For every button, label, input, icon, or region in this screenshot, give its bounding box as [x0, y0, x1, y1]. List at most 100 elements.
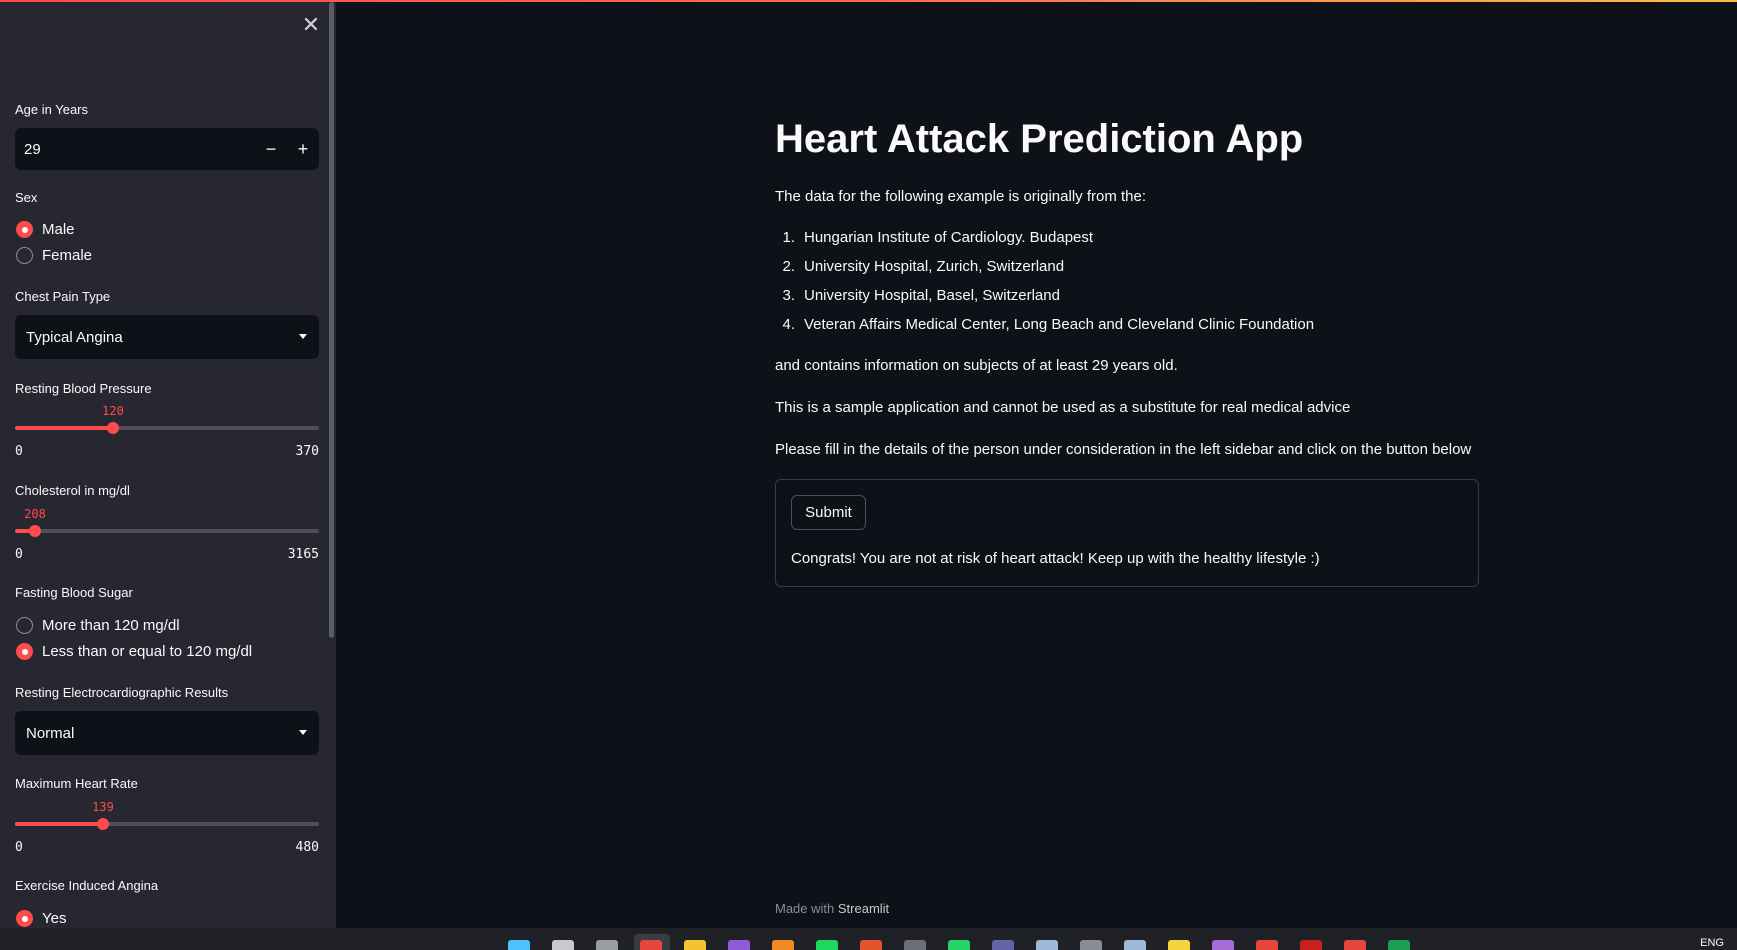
- chevron-down-icon: [299, 730, 307, 735]
- list-item-text: Hungarian Institute of Cardiology. Budap…: [804, 229, 1094, 246]
- cholesterol-label: Cholesterol in mg/dl: [15, 483, 130, 498]
- sex-option-label: Male: [42, 221, 75, 238]
- slider-current-value: 208: [24, 507, 46, 521]
- fasting-sugar-option-label: More than 120 mg/dl: [42, 617, 180, 634]
- windows-start-icon[interactable]: [508, 940, 530, 950]
- close-sidebar-icon[interactable]: ✕: [300, 14, 322, 36]
- file-explorer-icon[interactable]: [684, 940, 706, 950]
- calculator-icon[interactable]: [1124, 940, 1146, 950]
- keyboard-icon[interactable]: [1080, 940, 1102, 950]
- result-message: Congrats! You are not at risk of heart a…: [791, 550, 1320, 567]
- sidebar-scrollbar[interactable]: [329, 2, 334, 638]
- vlc-icon[interactable]: [772, 940, 794, 950]
- excel-icon[interactable]: [1388, 940, 1410, 950]
- chest-pain-label: Chest Pain Type: [15, 289, 111, 304]
- task-view-icon[interactable]: [596, 940, 618, 950]
- top-progress-line: [0, 0, 1737, 2]
- list-item: 1. Hungarian Institute of Cardiology. Bud…: [775, 229, 1093, 246]
- fasting-sugar-option-label: Less than or equal to 120 mg/dl: [42, 643, 253, 660]
- age-value[interactable]: 29: [15, 141, 255, 158]
- cholesterol-slider[interactable]: 208 0 3165: [15, 503, 319, 563]
- age-label: Age in Years: [15, 102, 89, 117]
- age-increment-button[interactable]: +: [287, 139, 319, 160]
- fasting-sugar-label: Fasting Blood Sugar: [15, 585, 133, 600]
- fasting-sugar-radio-more[interactable]: More than 120 mg/dl: [16, 617, 180, 634]
- radio-unselected-icon[interactable]: [16, 617, 33, 634]
- sex-option-label: Female: [42, 247, 93, 264]
- list-item-text: University Hospital, Basel, Switzerland: [804, 287, 1060, 304]
- prediction-form: Submit Congrats! You are not at risk of …: [775, 479, 1479, 587]
- instructions-text: Please fill in the details of the person…: [775, 441, 1472, 458]
- slider-thumb[interactable]: [97, 818, 109, 830]
- list-number: 1.: [782, 229, 795, 246]
- footer-prefix: Made with: [775, 901, 835, 916]
- slider-current-value: 120: [102, 404, 124, 418]
- sex-radio-female[interactable]: Female: [16, 247, 92, 264]
- visual-studio-icon[interactable]: [728, 940, 750, 950]
- resting-bp-label: Resting Blood Pressure: [15, 381, 152, 396]
- angina-option-label: Yes: [42, 910, 67, 927]
- slider-min: 0: [15, 840, 23, 855]
- chest-pain-value: Typical Angina: [26, 328, 123, 346]
- intro-text: The data for the following example is or…: [775, 188, 1147, 205]
- submit-button[interactable]: Submit: [791, 495, 866, 530]
- age-decrement-button[interactable]: −: [255, 139, 287, 160]
- office-icon[interactable]: [860, 940, 882, 950]
- ecg-value: Normal: [26, 724, 75, 742]
- chrome-icon[interactable]: [640, 940, 662, 950]
- list-number: 4.: [782, 316, 795, 333]
- photos-icon[interactable]: [1036, 940, 1058, 950]
- adobe-icon[interactable]: [1256, 940, 1278, 950]
- sex-radio-male[interactable]: Male: [16, 221, 75, 238]
- disclaimer-text: This is a sample application and cannot …: [775, 399, 1351, 416]
- chevron-down-icon: [299, 334, 307, 339]
- list-item-text: University Hospital, Zurich, Switzerland: [804, 258, 1065, 275]
- slider-min: 0: [15, 547, 23, 562]
- fasting-sugar-radio-less[interactable]: Less than or equal to 120 mg/dl: [16, 643, 252, 660]
- sidebar: ✕ Age in Years 29 − + Sex Male Female Ch…: [0, 0, 336, 928]
- angina-label: Exercise Induced Angina: [15, 878, 159, 893]
- slider-max: 480: [295, 840, 319, 855]
- slider-max: 3165: [287, 547, 319, 562]
- resting-bp-slider[interactable]: 120 0 370: [15, 400, 319, 460]
- slider-max: 370: [295, 444, 319, 459]
- search-icon[interactable]: [552, 940, 574, 950]
- acrobat-icon[interactable]: [1300, 940, 1322, 950]
- teams-icon[interactable]: [992, 940, 1014, 950]
- radio-selected-icon[interactable]: [16, 910, 33, 927]
- ecg-label: Resting Electrocardiographic Results: [15, 685, 229, 700]
- slider-thumb[interactable]: [107, 422, 119, 434]
- page-title: Heart Attack Prediction App: [775, 117, 1304, 161]
- list-number: 3.: [782, 287, 795, 304]
- max-hr-slider[interactable]: 139 0 480: [15, 796, 319, 856]
- radio-selected-icon[interactable]: [16, 643, 33, 660]
- podcast-icon[interactable]: [1212, 940, 1234, 950]
- age-number-input[interactable]: 29 − +: [15, 128, 319, 170]
- whatsapp-icon[interactable]: [948, 940, 970, 950]
- list-item: 2. University Hospital, Zurich, Switzerla…: [775, 258, 1064, 275]
- slider-current-value: 139: [92, 800, 114, 814]
- slider-fill: [15, 426, 113, 430]
- slider-track[interactable]: [15, 529, 319, 533]
- streamlit-link[interactable]: Streamlit: [838, 901, 889, 916]
- slider-thumb[interactable]: [29, 525, 41, 537]
- list-item-text: Veteran Affairs Medical Center, Long Bea…: [804, 316, 1315, 333]
- adobe-reader-icon[interactable]: [1344, 940, 1366, 950]
- slider-min: 0: [15, 444, 23, 459]
- contains-text: and contains information on subjects of …: [775, 357, 1178, 374]
- radio-unselected-icon[interactable]: [16, 247, 33, 264]
- chest-pain-select[interactable]: Typical Angina: [15, 315, 319, 359]
- spotify-icon[interactable]: [816, 940, 838, 950]
- app-icon[interactable]: [904, 940, 926, 950]
- language-indicator[interactable]: ENG: [1700, 937, 1724, 949]
- list-item: 3. University Hospital, Basel, Switzerlan…: [775, 287, 1060, 304]
- footer: Made with Streamlit: [775, 901, 889, 916]
- max-hr-label: Maximum Heart Rate: [15, 776, 138, 791]
- list-number: 2.: [782, 258, 795, 275]
- ecg-select[interactable]: Normal: [15, 711, 319, 755]
- sticky-notes-icon[interactable]: [1168, 940, 1190, 950]
- radio-selected-icon[interactable]: [16, 221, 33, 238]
- taskbar: ENG: [0, 928, 1737, 950]
- angina-radio-yes[interactable]: Yes: [16, 910, 66, 927]
- list-item: 4. Veteran Affairs Medical Center, Long B…: [775, 316, 1314, 333]
